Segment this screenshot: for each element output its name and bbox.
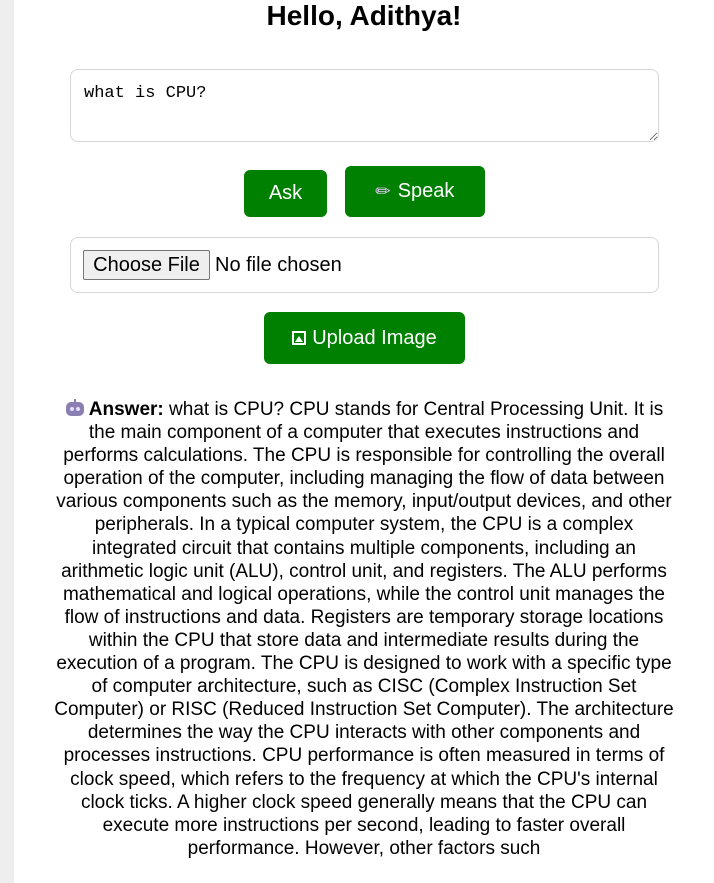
choose-file-button[interactable]: Choose File	[83, 250, 210, 280]
microphone-icon: ✎	[370, 178, 396, 204]
file-status: No file chosen	[215, 253, 342, 276]
question-input[interactable]	[70, 69, 659, 142]
left-rail	[0, 0, 14, 883]
upload-button-label: Upload Image	[312, 326, 437, 349]
upload-image-button[interactable]: Upload Image	[264, 312, 465, 364]
page-title: Hello, Adithya!	[266, 0, 462, 31]
speak-button-label: Speak	[397, 180, 455, 202]
ask-button-label: Ask	[268, 182, 303, 204]
answer-text: Answer: what is CPU? CPU stands for Cent…	[52, 398, 676, 860]
speak-button[interactable]: ✎ Speak	[345, 166, 485, 217]
ask-button[interactable]: Ask	[244, 170, 327, 217]
file-upload-field: Choose File No file chosen	[70, 237, 659, 293]
image-icon	[292, 331, 307, 345]
answer-body: what is CPU? CPU stands for Central Proc…	[54, 399, 674, 859]
answer-label: Answer:	[88, 399, 164, 420]
robot-icon	[65, 399, 85, 417]
